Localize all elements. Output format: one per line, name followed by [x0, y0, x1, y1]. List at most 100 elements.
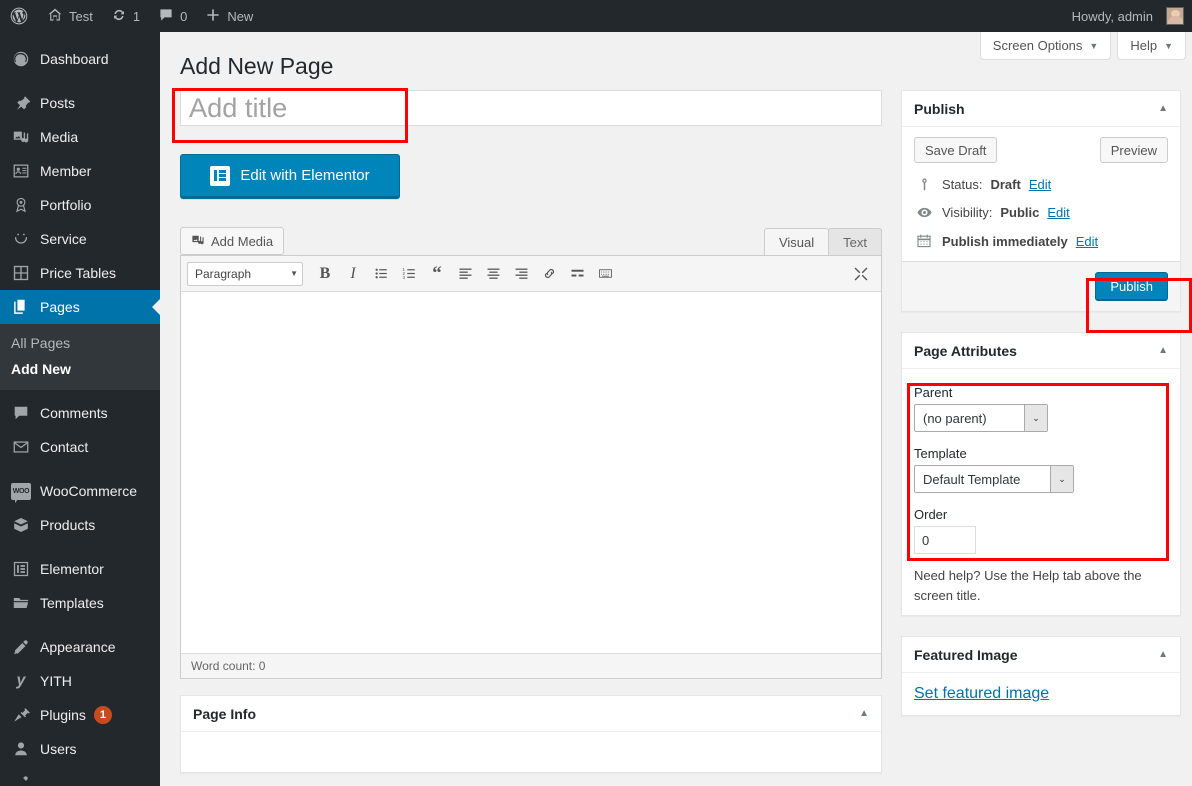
- sidebar-item-pages[interactable]: Pages: [0, 290, 160, 324]
- chevron-up-icon[interactable]: ▲: [1158, 649, 1168, 660]
- tab-text[interactable]: Text: [828, 228, 882, 255]
- sidebar-item-contact[interactable]: Contact: [0, 430, 160, 464]
- sidebar-item-comments[interactable]: Comments: [0, 396, 160, 430]
- schedule-text: Publish immediately: [942, 234, 1068, 249]
- sidebar-item-label: Users: [40, 742, 77, 756]
- fullscreen-icon[interactable]: [848, 261, 874, 287]
- set-featured-image-link[interactable]: Set featured image: [914, 685, 1049, 702]
- align-right-icon[interactable]: [508, 261, 534, 287]
- order-input[interactable]: [914, 526, 976, 554]
- new-content-menu[interactable]: New: [196, 0, 262, 32]
- blockquote-icon[interactable]: “: [424, 261, 450, 287]
- users-icon: [11, 739, 31, 759]
- add-media-label: Add Media: [211, 234, 273, 249]
- sidebar-item-media[interactable]: Media: [0, 120, 160, 154]
- toolbar-toggle-icon[interactable]: [592, 261, 618, 287]
- editor-mode-tabs: Visual Text: [765, 228, 882, 255]
- publish-header[interactable]: Publish ▲: [902, 91, 1180, 127]
- italic-icon[interactable]: I: [340, 261, 366, 287]
- tab-visual[interactable]: Visual: [764, 228, 829, 255]
- status-value: Draft: [990, 177, 1020, 192]
- sidebar-item-member[interactable]: Member: [0, 154, 160, 188]
- bulleted-list-icon[interactable]: [368, 261, 394, 287]
- sidebar-item-label: Appearance: [40, 640, 116, 654]
- preview-button[interactable]: Preview: [1100, 137, 1168, 163]
- sidebar-item-dashboard[interactable]: Dashboard: [0, 42, 160, 76]
- sidebar-item-templates[interactable]: Templates: [0, 586, 160, 620]
- edit-with-elementor-button[interactable]: Edit with Elementor: [180, 154, 400, 199]
- save-draft-button[interactable]: Save Draft: [914, 137, 997, 163]
- screen-options-button[interactable]: Screen Options ▼: [980, 32, 1112, 60]
- editor-content-area[interactable]: [181, 292, 881, 654]
- sidebar-item-price-tables[interactable]: Price Tables: [0, 256, 160, 290]
- sidebar-item-plugins[interactable]: Plugins 1: [0, 698, 160, 732]
- publish-actions: Save Draft Preview: [902, 127, 1180, 167]
- wp-logo-menu[interactable]: [0, 0, 38, 32]
- sidebar-item-products[interactable]: Products: [0, 508, 160, 542]
- sidebar-item-appearance[interactable]: Appearance: [0, 630, 160, 664]
- title-input[interactable]: [180, 90, 882, 126]
- site-name-menu[interactable]: Test: [38, 0, 102, 32]
- my-account-menu[interactable]: Howdy, admin: [1063, 0, 1184, 32]
- template-select[interactable]: Default Template ⌄: [914, 465, 1074, 493]
- edit-schedule-link[interactable]: Edit: [1076, 234, 1098, 249]
- updates-menu[interactable]: 1: [102, 0, 149, 32]
- edit-status-link[interactable]: Edit: [1029, 177, 1051, 192]
- title-wrap: [180, 90, 882, 126]
- visibility-label: Visibility:: [942, 205, 992, 220]
- avatar: [1166, 7, 1184, 25]
- publish-metabox: Publish ▲ Save Draft Preview Status: Dra…: [901, 90, 1181, 312]
- chevron-up-icon[interactable]: ▲: [859, 708, 869, 719]
- media-icon: [191, 233, 205, 250]
- paragraph-format-value: Paragraph: [195, 267, 251, 281]
- menu-spacer: [0, 620, 160, 630]
- sidebar-item-partial[interactable]: [0, 766, 160, 786]
- screen-options-label: Screen Options: [993, 38, 1083, 53]
- sidebar-item-label: Dashboard: [40, 52, 109, 66]
- featured-image-metabox: Featured Image ▲ Set featured image: [901, 636, 1181, 716]
- menu-spacer: [0, 32, 160, 42]
- read-more-icon[interactable]: [564, 261, 590, 287]
- insert-link-icon[interactable]: [536, 261, 562, 287]
- page-info-body: [181, 732, 881, 772]
- chevron-down-icon: ⌄: [1024, 405, 1047, 431]
- sidebar-item-service[interactable]: Service: [0, 222, 160, 256]
- editor-top-row: Add Media Visual Text: [180, 227, 882, 255]
- page-attributes-body: Parent (no parent) ⌄ Template Default Te…: [902, 369, 1180, 615]
- edit-visibility-link[interactable]: Edit: [1047, 205, 1069, 220]
- sidebar-item-posts[interactable]: Posts: [0, 86, 160, 120]
- woocommerce-icon: WOO: [11, 481, 31, 501]
- bold-icon[interactable]: B: [312, 261, 338, 287]
- help-button[interactable]: Help ▼: [1117, 32, 1186, 60]
- numbered-list-icon[interactable]: 123: [396, 261, 422, 287]
- align-left-icon[interactable]: [452, 261, 478, 287]
- page-info-header[interactable]: Page Info ▲: [181, 696, 881, 732]
- howdy-label: Howdy, admin: [1072, 9, 1153, 24]
- chevron-up-icon[interactable]: ▲: [1158, 345, 1168, 356]
- parent-select[interactable]: (no parent) ⌄: [914, 404, 1048, 432]
- add-media-button[interactable]: Add Media: [180, 227, 284, 255]
- plugins-update-badge: 1: [94, 706, 112, 724]
- admin-bar-right: Howdy, admin: [1063, 0, 1192, 32]
- sidebar-item-label: Posts: [40, 96, 75, 110]
- page-attributes-header[interactable]: Page Attributes ▲: [902, 333, 1180, 369]
- sidebar-item-portfolio[interactable]: Portfolio: [0, 188, 160, 222]
- sidebar-item-woocommerce[interactable]: WOO WooCommerce: [0, 474, 160, 508]
- sidebar-subitem-add-new[interactable]: Add New: [0, 356, 160, 382]
- visibility-icon: [914, 204, 934, 221]
- publish-button[interactable]: Publish: [1095, 272, 1168, 301]
- sidebar-item-label: Products: [40, 518, 95, 532]
- sidebar-item-users[interactable]: Users: [0, 732, 160, 766]
- paragraph-format-select[interactable]: Paragraph ▼: [187, 262, 303, 286]
- home-icon: [47, 7, 63, 26]
- sidebar-item-yith[interactable]: y YITH: [0, 664, 160, 698]
- sidebar-subitem-all-pages[interactable]: All Pages: [0, 330, 160, 356]
- featured-image-header[interactable]: Featured Image ▲: [902, 637, 1180, 673]
- wp-body: Add New Page Edit with Elementor Add Med…: [160, 32, 1192, 786]
- major-publishing-actions: Publish: [902, 261, 1180, 311]
- chevron-up-icon[interactable]: ▲: [1158, 103, 1168, 114]
- align-center-icon[interactable]: [480, 261, 506, 287]
- sidebar-item-elementor[interactable]: Elementor: [0, 552, 160, 586]
- chevron-down-icon: ▼: [1164, 41, 1173, 51]
- comments-menu[interactable]: 0: [149, 0, 196, 32]
